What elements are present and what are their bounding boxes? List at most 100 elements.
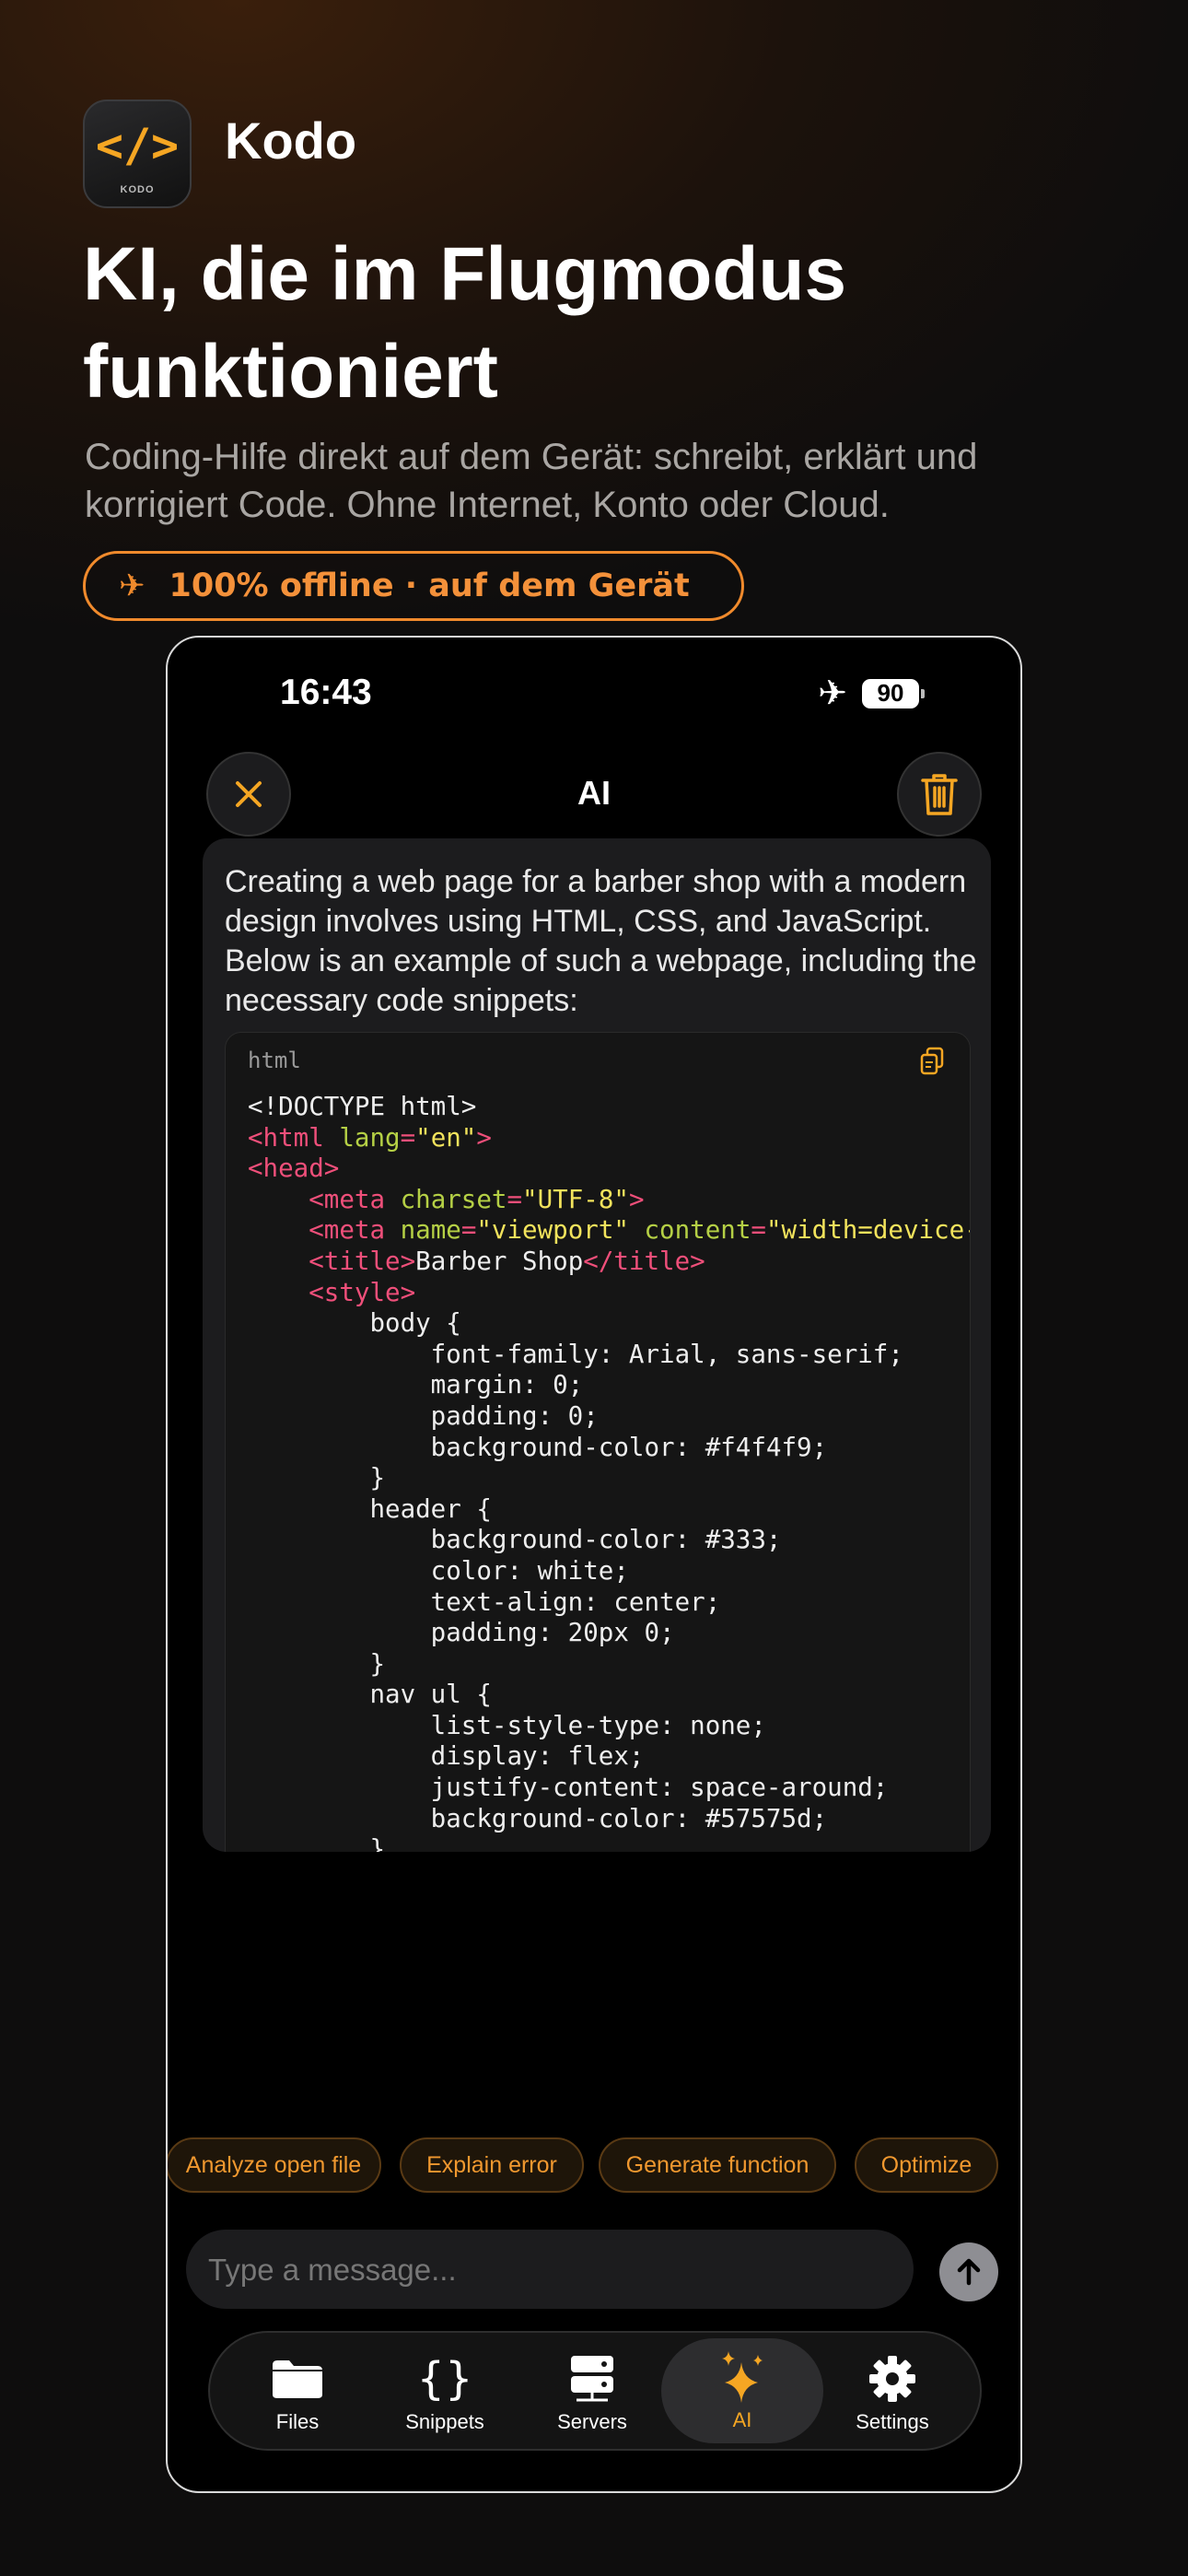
tab-snippets[interactable]: {} Snippets [376,2333,514,2449]
code-line: padding: 20px 0; [248,1618,970,1649]
code-token: content [644,1215,751,1246]
offline-badge: ✈ 100% offline · auf dem Gerät [83,551,744,621]
code-line: nav ul { [248,1680,970,1711]
code-content: <!DOCTYPE html> <html lang="en"> <head> <m… [248,1092,970,1852]
code-token: font-family: Arial, sans-serif; [248,1339,903,1369]
arrow-up-icon [957,2258,981,2286]
code-line: body { [248,1308,970,1340]
code-line: } [248,1834,970,1852]
tab-label: Snippets [405,2410,484,2433]
code-token: } [248,1648,386,1679]
tab-label: Settings [856,2410,929,2433]
code-line: justify-content: space-around; [248,1773,970,1804]
code-line: } [248,1648,970,1680]
page-title: AI [577,774,611,812]
tab-bar: Files {} Snippets Servers AI Settings [208,2331,982,2451]
subtitle: Coding-Hilfe direkt auf dem Gerät: schre… [85,437,978,525]
gear-icon [869,2356,915,2402]
code-token: <title> [309,1246,416,1276]
code-token: = [460,1215,477,1246]
code-line: header { [248,1493,970,1526]
code-token: "viewport" [476,1215,645,1246]
code-token: <html [248,1122,340,1153]
code-token: background-color: #f4f4f9; [248,1432,828,1462]
code-token: = [400,1122,416,1153]
headline: KI, die im Flugmodus funktioniert [83,232,847,414]
phone-screen: 16:43 ✈ 90 AI Creating a web page for a … [166,636,1022,2493]
airplane-icon: ✈ [119,568,146,603]
code-token: } [248,1463,386,1493]
tab-label: Files [275,2410,320,2433]
code-token: > [628,1184,645,1214]
battery-indicator: 90 [862,678,925,708]
tab-label: Servers [557,2410,627,2433]
status-time: 16:43 [280,673,372,712]
code-line: background-color: #f4f4f9; [248,1432,970,1464]
code-token: body { [248,1308,461,1339]
code-language: html [248,1048,301,1073]
chip-analyze-open-file[interactable]: Analyze open file [168,2137,381,2193]
tab-ai[interactable]: AI [661,2338,823,2443]
chip-optimize[interactable]: Optimize [855,2137,998,2193]
code-token: header { [248,1493,492,1524]
message-text: Creating a web page for a barber shop wi… [225,864,977,1018]
code-token: lang [339,1122,401,1153]
code-line: display: flex; [248,1741,970,1773]
braces-icon: {} [416,2353,473,2405]
code-line: text-align: center; [248,1587,970,1619]
tab-servers[interactable]: Servers [523,2333,661,2449]
code-line: <head> [248,1153,970,1185]
tab-label: AI [732,2408,752,2431]
code-token: = [507,1184,523,1214]
code-line: background-color: #57575d; [248,1803,970,1835]
copy-icon [920,1047,944,1075]
code-line: font-family: Arial, sans-serif; [248,1339,970,1371]
app-icon: </> KODO [83,100,192,208]
code-line: padding: 0; [248,1401,970,1433]
code-token: background-color: #57575d; [248,1803,828,1833]
code-token: > [476,1122,492,1153]
code-token: "width=device-width, initial-scale=1.0" [765,1215,970,1246]
code-token: background-color: #333; [248,1525,782,1555]
status-indicators: ✈ 90 [818,673,925,714]
code-token: "en" [415,1122,477,1153]
message-input[interactable] [206,2230,891,2311]
code-token: <!DOCTYPE html> [248,1092,477,1121]
code-token: = [751,1215,766,1246]
code-token: color: white; [248,1555,629,1586]
code-token: charset [400,1184,507,1214]
app-icon-label: KODO [120,184,155,195]
send-button[interactable] [939,2242,998,2301]
code-token: <style> [309,1277,416,1307]
folder-icon [273,2360,322,2398]
code-line: color: white; [248,1555,970,1587]
code-line: margin: 0; [248,1370,970,1401]
trash-icon [921,774,958,815]
code-token: <head> [248,1153,340,1184]
code-token: list-style-type: none; [248,1710,766,1740]
message-composer [186,2230,914,2311]
code-line: } [248,1463,970,1494]
code-token: margin: 0; [248,1370,584,1400]
copy-code-button[interactable] [918,1046,946,1082]
code-token: </title> [583,1246,705,1276]
code-line: background-color: #333; [248,1525,970,1556]
code-block: html <!DOCTYPE html> <html lang="en"> <hea… [225,1032,971,1852]
airplane-mode-icon: ✈ [818,674,847,713]
suggestion-chips: Analyze open file Explain error Generate… [168,2137,1020,2193]
code-token: Barber Shop [415,1246,584,1276]
chip-explain-error[interactable]: Explain error [400,2137,584,2193]
code-token: justify-content: space-around; [248,1773,889,1803]
code-token: "UTF-8" [522,1184,629,1214]
clear-chat-button[interactable] [897,752,982,837]
tab-settings[interactable]: Settings [823,2333,961,2449]
code-line: <!DOCTYPE html> [248,1092,970,1123]
code-brackets-icon: </> [95,119,180,172]
code-token: nav ul { [248,1680,492,1710]
tab-files[interactable]: Files [228,2333,367,2449]
code-token: <meta [309,1184,401,1214]
chip-generate-function[interactable]: Generate function [599,2137,836,2193]
